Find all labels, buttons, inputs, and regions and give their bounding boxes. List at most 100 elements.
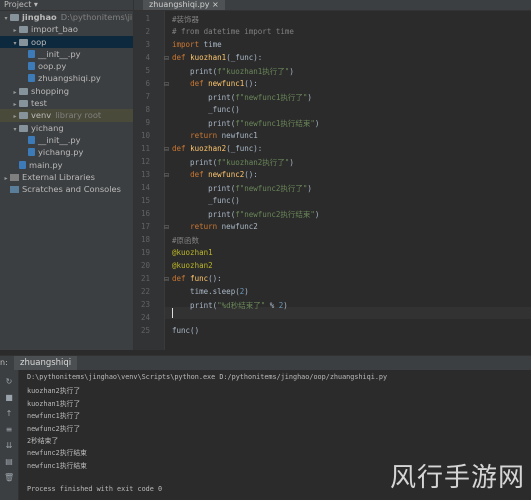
tree-item-label: yichang.py bbox=[38, 147, 84, 158]
tree-item-import-bao[interactable]: ▸ import_bao bbox=[0, 23, 133, 35]
tree-item-label: venv bbox=[31, 110, 52, 121]
tree-item-label: zhuangshiqi.py bbox=[38, 73, 101, 84]
fold-marker-icon[interactable]: ⊟ bbox=[164, 172, 169, 179]
code-line[interactable]: import time bbox=[172, 40, 222, 49]
code-line[interactable]: @kuozhan2 bbox=[172, 261, 213, 270]
print-icon[interactable]: ▤ bbox=[4, 458, 14, 466]
line-number: 17 bbox=[140, 222, 150, 231]
tree-item-test[interactable]: ▸ test bbox=[0, 97, 133, 109]
project-tree: ▾jinghaoD:\pythonitems\jinghao▸import_ba… bbox=[0, 11, 133, 195]
tree-item-label: yichang bbox=[31, 122, 64, 133]
folder-icon bbox=[19, 112, 28, 120]
tree-item-jinghao[interactable]: ▾jinghaoD:\pythonitems\jinghao bbox=[0, 11, 133, 23]
code-line[interactable]: _func() bbox=[172, 105, 240, 114]
tree-item-main-py[interactable]: main.py bbox=[0, 159, 133, 171]
project-panel-header[interactable]: Project ▾ bbox=[0, 0, 133, 11]
line-number: 5 bbox=[145, 66, 150, 75]
tree-item-venv[interactable]: ▸ venv library root bbox=[0, 109, 133, 122]
editor-tab-bar: zhuangshiqi.py × bbox=[134, 0, 531, 11]
code-line[interactable]: print(f"newfunc1执行了") bbox=[172, 92, 312, 103]
tree-item-yichang-py[interactable]: yichang.py bbox=[0, 146, 133, 158]
console-line: kuozhan1执行了 bbox=[27, 399, 81, 408]
line-number: 2 bbox=[145, 27, 150, 36]
python-file-icon bbox=[28, 148, 35, 157]
tree-item--init-py[interactable]: __init__.py bbox=[0, 134, 133, 146]
soft-wrap-icon[interactable]: ≡ bbox=[4, 426, 14, 434]
line-number: 20 bbox=[140, 261, 150, 270]
code-line[interactable]: # from datetime import time bbox=[172, 27, 294, 36]
code-line[interactable]: @kuozhan1 bbox=[172, 248, 213, 257]
code-line[interactable]: return newfunc2 bbox=[172, 222, 258, 231]
code-line[interactable]: def kuozhan1(_func): bbox=[172, 53, 262, 62]
console-line: kuozhan2执行了 bbox=[27, 387, 81, 396]
scratches-icon bbox=[10, 186, 19, 194]
scroll-up-icon[interactable]: ↑ bbox=[4, 410, 14, 418]
console-line: D:\pythonitems\jinghao\venv\Scripts\pyth… bbox=[27, 373, 388, 381]
library-icon bbox=[10, 173, 19, 181]
tree-item-label: __init__.py bbox=[38, 48, 81, 59]
tree-item-scratches-and-consoles[interactable]: Scratches and Consoles bbox=[0, 183, 133, 195]
fold-marker-icon[interactable]: ⊟ bbox=[164, 276, 169, 283]
console-line: Process finished with exit code 0 bbox=[27, 484, 163, 493]
tree-item-label: oop bbox=[31, 36, 47, 47]
tree-item--init-py[interactable]: __init__.py bbox=[0, 48, 133, 60]
code-line[interactable]: func() bbox=[172, 326, 199, 335]
line-number: 14 bbox=[140, 183, 150, 192]
code-line[interactable]: def newfunc2(): bbox=[172, 170, 258, 179]
code-line[interactable]: time.sleep(2) bbox=[172, 287, 249, 296]
code-line[interactable]: print("%d秒结束了" % 2) bbox=[172, 300, 288, 311]
code-editor[interactable]: 1 2 3 4 5 6 7 8 9 10 11 12 13 14 15 16 17 18 19 20 21 22 23 24 2… bbox=[134, 11, 531, 350]
folder-icon bbox=[19, 87, 28, 95]
tree-item-path: D:\pythonitems\jinghao bbox=[60, 12, 133, 22]
run-tab-zhuangshiqi[interactable]: zhuangshiqi bbox=[14, 356, 78, 370]
line-number: 10 bbox=[140, 131, 150, 140]
watermark: 风行手游网 bbox=[389, 463, 525, 493]
tree-item-shopping[interactable]: ▸ shopping bbox=[0, 85, 133, 97]
console-line: newfunc1执行结束 bbox=[27, 461, 87, 470]
code-line[interactable]: def func(): bbox=[172, 274, 222, 283]
code-line[interactable]: def newfunc1(): bbox=[172, 79, 258, 88]
trash-icon[interactable]: 🗑 bbox=[4, 474, 14, 482]
python-file-icon bbox=[28, 74, 35, 83]
code-line[interactable]: print(f"newfunc2执行结束") bbox=[172, 209, 319, 220]
folder-icon bbox=[19, 100, 28, 108]
tree-item-external-libraries[interactable]: ▸ External Libraries bbox=[0, 171, 133, 183]
tree-item-label: jinghao bbox=[22, 12, 57, 22]
tree-item-label: oop.py bbox=[38, 61, 67, 72]
fold-marker-icon[interactable]: ⊟ bbox=[164, 224, 169, 231]
code-line[interactable]: def kuozhan2(_func): bbox=[172, 144, 262, 153]
console-line: newfunc2执行结束 bbox=[27, 449, 87, 458]
code-line[interactable]: print(f"kuozhan1执行了") bbox=[172, 66, 294, 77]
editor-tab-zhuangshiqi[interactable]: zhuangshiqi.py × bbox=[143, 0, 225, 10]
tree-item-oop[interactable]: ▾ oop bbox=[0, 35, 133, 48]
tree-item-oop-py[interactable]: oop.py bbox=[0, 60, 133, 72]
line-number: 22 bbox=[140, 287, 150, 296]
tree-item-label: test bbox=[31, 98, 47, 109]
folder-icon bbox=[19, 26, 28, 34]
rerun-icon[interactable]: ↻ bbox=[4, 378, 14, 386]
line-number: 16 bbox=[140, 209, 150, 218]
tree-item-zhuangshiqi-py[interactable]: zhuangshiqi.py bbox=[0, 72, 133, 84]
line-number: 1 bbox=[145, 14, 150, 23]
code-line[interactable]: #原函数 bbox=[172, 235, 199, 246]
code-line[interactable]: return newfunc1 bbox=[172, 131, 258, 140]
code-line[interactable]: print(f"newfunc1执行结束") bbox=[172, 118, 319, 129]
code-line[interactable]: #装饰器 bbox=[172, 14, 199, 25]
fold-marker-icon[interactable]: ⊟ bbox=[164, 55, 169, 62]
line-number: 23 bbox=[140, 300, 150, 309]
line-number: 11 bbox=[140, 144, 150, 153]
tree-item-yichang[interactable]: ▾ yichang bbox=[0, 122, 133, 134]
code-line[interactable]: print(f"kuozhan2执行了") bbox=[172, 157, 294, 168]
scroll-to-end-icon[interactable]: ⇊ bbox=[4, 442, 14, 450]
tree-item-label: External Libraries bbox=[22, 171, 95, 182]
tree-item-label: import_bao bbox=[31, 24, 78, 35]
folder-icon bbox=[10, 14, 19, 21]
code-line[interactable]: _func() bbox=[172, 196, 240, 205]
fold-marker-icon[interactable]: ⊟ bbox=[164, 81, 169, 88]
run-panel-label: n: bbox=[0, 358, 8, 367]
fold-marker-icon[interactable]: ⊟ bbox=[164, 146, 169, 153]
stop-icon[interactable]: ■ bbox=[4, 394, 14, 402]
line-number: 15 bbox=[140, 196, 150, 205]
tree-item-label: Scratches and Consoles bbox=[22, 184, 121, 195]
code-line[interactable]: print(f"newfunc2执行了") bbox=[172, 183, 312, 194]
